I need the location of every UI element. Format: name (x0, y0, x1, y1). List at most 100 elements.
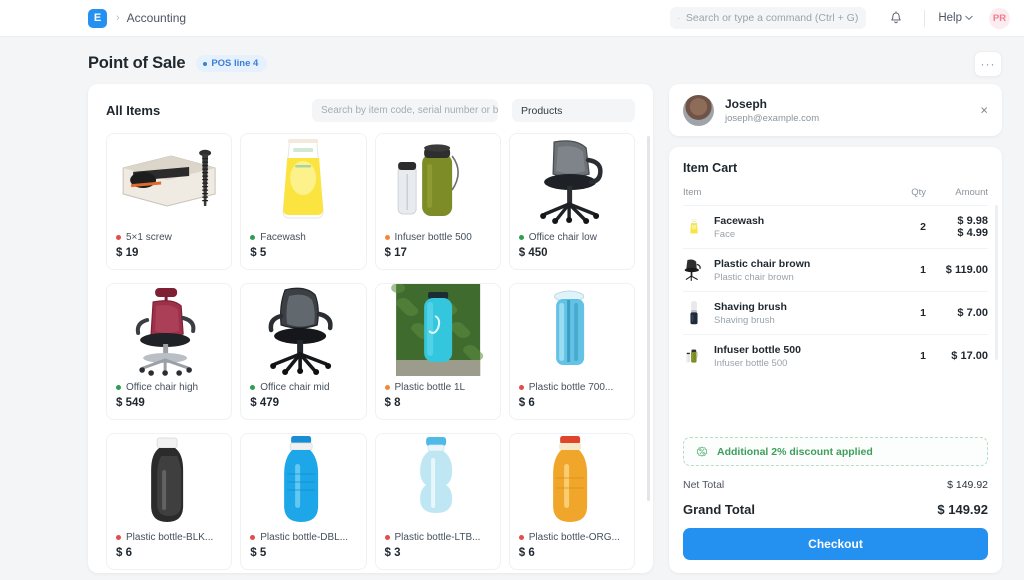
product-card[interactable]: Plastic bottle-LTB... $ 3 (374, 433, 501, 570)
item-cart-card: Item Cart Item Qty Amount Facewash Face … (669, 147, 1002, 573)
item-search-input[interactable]: Search by item code, serial number or ba… (312, 99, 498, 122)
cart-item-name: Shaving brush (714, 300, 787, 313)
brand-logo-icon[interactable]: E (88, 8, 107, 28)
cart-item-text: Plastic chair brown Plastic chair brown (714, 258, 880, 283)
product-name: Facewash (260, 232, 306, 243)
cart-item-amount: $ 119.00 (926, 264, 988, 276)
cart-item-name: Plastic chair brown (714, 257, 811, 270)
customer-card[interactable]: Joseph joseph@example.com × (669, 84, 1002, 136)
product-name: Plastic bottle-ORG... (528, 532, 620, 543)
product-image (375, 434, 500, 526)
cart-item-description: Face (714, 228, 736, 240)
pos-line-badge[interactable]: POS line 4 (196, 55, 268, 72)
product-status-dot-icon (116, 235, 121, 240)
product-image (241, 134, 366, 226)
cart-scrollbar[interactable] (995, 205, 998, 360)
cart-item-description: Shaving brush (714, 314, 775, 326)
product-status-dot-icon (250, 235, 256, 240)
global-search-placeholder: Search or type a command (Ctrl + G) (685, 12, 859, 24)
user-avatar[interactable]: PR (989, 7, 1010, 29)
product-meta: 5×1 screw $ 19 (107, 226, 231, 269)
product-card[interactable]: Office chair low $ 450 (508, 133, 635, 270)
cart-item-qty[interactable]: 1 (880, 307, 926, 319)
help-menu[interactable]: Help (938, 12, 973, 24)
product-status-dot-icon (384, 385, 390, 390)
cart-item-image (683, 214, 705, 240)
product-price: $ 6 (518, 547, 535, 559)
checkout-button[interactable]: Checkout (683, 528, 988, 560)
product-name: Plastic bottle 1L (394, 382, 466, 393)
cart-item-qty[interactable]: 2 (880, 221, 926, 233)
breadcrumb-separator-icon: › (116, 12, 120, 24)
product-name-row: Office chair mid (250, 382, 356, 393)
close-icon[interactable]: × (980, 103, 988, 118)
cart-row[interactable]: Facewash Face 2 $ 9.98 $ 4.99 (683, 205, 988, 248)
product-card[interactable]: Plastic bottle-BLK... $ 6 (106, 433, 233, 570)
cart-row[interactable]: Infuser bottle 500 Infuser bottle 500 1 … (683, 334, 988, 377)
cart-col-item: Item (683, 187, 702, 198)
cart-row[interactable]: Shaving brush Shaving brush 1 $ 7.00 (683, 291, 988, 334)
cart-col-qty: Qty (911, 187, 926, 198)
product-card[interactable]: 5×1 screw $ 19 (106, 133, 233, 270)
product-meta: Plastic bottle-DBL... $ 5 (241, 526, 365, 569)
cart-item-text: Shaving brush Shaving brush (714, 301, 880, 326)
product-name-row: Office chair low (518, 232, 625, 243)
product-price: $ 19 (116, 247, 139, 259)
cart-item-description: Plastic chair brown (714, 271, 794, 283)
product-meta: Infuser bottle 500 $ 17 (376, 226, 500, 269)
product-name-row: 5×1 screw (116, 232, 222, 243)
cart-rows: Facewash Face 2 $ 9.98 $ 4.99 Plastic ch… (683, 205, 998, 377)
product-price: $ 6 (116, 547, 132, 559)
cart-item-qty[interactable]: 1 (880, 350, 926, 362)
customer-name: Joseph (725, 96, 768, 111)
item-cart-title: Item Cart (683, 161, 738, 175)
product-status-dot-icon (250, 385, 256, 390)
cart-table-header: Item Qty Amount (683, 187, 988, 205)
cart-item-image (683, 343, 705, 369)
product-status-dot-icon (518, 535, 524, 540)
cart-item-name: Facewash (714, 214, 765, 227)
global-search-input[interactable]: Search or type a command (Ctrl + G) (670, 7, 867, 29)
notifications-bell-icon[interactable] (888, 10, 904, 26)
product-card[interactable]: Office chair high $ 549 (106, 283, 233, 420)
product-card[interactable]: Plastic bottle-DBL... $ 5 (240, 433, 367, 570)
product-image (241, 434, 366, 526)
cart-item-amount-value: $ 9.98 (957, 215, 988, 227)
main-content: All Items Search by item code, serial nu… (0, 84, 1024, 573)
breadcrumb-accounting-link[interactable]: Accounting (127, 11, 186, 25)
product-price: $ 5 (250, 247, 267, 259)
product-card[interactable]: Office chair mid $ 479 (240, 283, 367, 420)
product-card[interactable]: Plastic bottle 1L $ 8 (374, 283, 501, 420)
item-type-select[interactable]: Products (512, 99, 635, 122)
grand-total-value: $ 149.92 (937, 502, 988, 517)
product-card[interactable]: Infuser bottle 500 $ 17 (374, 133, 501, 270)
cart-item-rate: $ 4.99 (957, 227, 988, 239)
discount-badge-icon (696, 446, 708, 457)
product-card[interactable]: Plastic bottle-ORG... $ 6 (508, 433, 635, 570)
product-card[interactable]: Facewash $ 5 (240, 133, 367, 270)
product-card[interactable]: Plastic bottle 700... $ 6 (508, 283, 635, 420)
product-image (509, 434, 634, 526)
product-name-row: Plastic bottle-LTB... (384, 532, 491, 543)
cart-item-amount-value: $ 119.00 (945, 264, 988, 276)
cart-item-image (683, 300, 705, 326)
pos-line-badge-label: POS line 4 (211, 58, 259, 69)
cart-item-qty[interactable]: 1 (880, 264, 926, 276)
product-grid-scrollbar[interactable] (647, 136, 650, 501)
product-price: $ 549 (116, 397, 145, 409)
product-meta: Plastic bottle 700... $ 6 (510, 376, 634, 419)
page-actions-menu-button[interactable]: ··· (974, 51, 1002, 77)
product-meta: Office chair high $ 549 (107, 376, 231, 419)
item-search-placeholder: Search by item code, serial number or ba… (321, 105, 498, 116)
product-price: $ 6 (518, 397, 535, 409)
product-status-dot-icon (384, 535, 390, 540)
product-image (509, 284, 634, 376)
cart-item-image (683, 257, 705, 283)
cart-item-amount-value: $ 7.00 (957, 307, 988, 319)
chevron-down-icon (965, 15, 973, 21)
product-name: Plastic bottle 700... (528, 382, 614, 393)
product-name-row: Plastic bottle-BLK... (116, 532, 222, 543)
cart-row[interactable]: Plastic chair brown Plastic chair brown … (683, 248, 988, 291)
item-type-select-value: Products (521, 104, 563, 117)
badge-dot-icon (203, 61, 208, 66)
